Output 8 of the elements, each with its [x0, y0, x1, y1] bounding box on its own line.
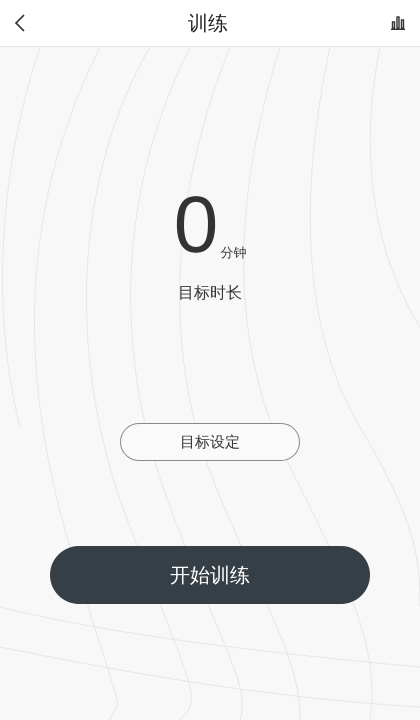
goal-label: 目标时长 [178, 282, 242, 304]
start-button[interactable]: 开始训练 [50, 546, 370, 604]
page-title: 训练 [188, 10, 228, 37]
goal-value: 0 [174, 185, 218, 265]
goal-unit: 分钟 [220, 244, 246, 262]
goal-setting-button[interactable]: 目标设定 [120, 423, 300, 461]
back-icon[interactable] [14, 14, 26, 32]
bar-chart-icon[interactable] [390, 16, 406, 30]
